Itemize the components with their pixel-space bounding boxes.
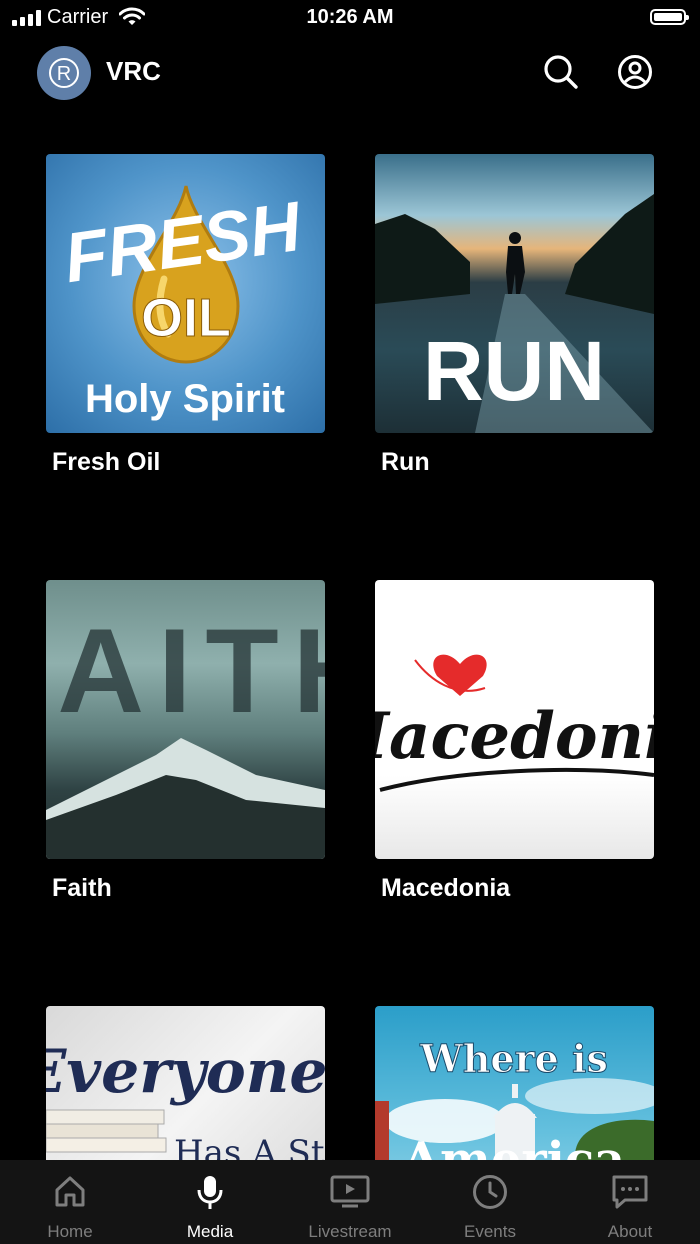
- chat-bubble-icon: [612, 1175, 648, 1209]
- faith-artwork: FAITH: [46, 580, 325, 859]
- app-logo[interactable]: R: [37, 46, 91, 100]
- tab-livestream[interactable]: Livestream: [280, 1160, 420, 1244]
- tab-label: Livestream: [308, 1222, 392, 1241]
- media-title: Faith: [52, 874, 112, 902]
- tv-play-icon: [330, 1175, 370, 1208]
- holy-spirit-art-text: Holy Spirit: [85, 377, 285, 421]
- america-art-text: America: [402, 1132, 625, 1160]
- clock-icon: [473, 1175, 507, 1209]
- brand-title: VRC: [106, 56, 161, 86]
- user-circle-icon: [618, 55, 652, 89]
- fresh-art-word: FRESH: [59, 187, 306, 297]
- tab-home[interactable]: Home: [0, 1160, 140, 1244]
- status-time: 10:26 AM: [306, 6, 394, 28]
- search-icon: [544, 55, 578, 89]
- logo-letter: R: [57, 63, 71, 85]
- fresh-oil-artwork: FRESH OIL Holy Spirit: [46, 154, 325, 433]
- where-is-america-artwork: Where is America: [375, 1006, 654, 1160]
- tab-events[interactable]: Events: [420, 1160, 560, 1244]
- everyone-art-word: Everyone: [46, 1037, 325, 1107]
- tab-media[interactable]: Media: [140, 1160, 280, 1244]
- media-title: Fresh Oil: [52, 448, 161, 476]
- where-is-art-text: Where is: [419, 1036, 608, 1081]
- microphone-icon: [197, 1176, 223, 1209]
- home-icon: [55, 1176, 85, 1207]
- media-grid: FRESH OIL Holy Spirit Fresh Oil RUN Run …: [0, 120, 700, 1160]
- run-artwork: RUN: [375, 154, 654, 433]
- search-button[interactable]: [541, 52, 581, 92]
- tab-label: Events: [464, 1222, 516, 1241]
- oil-art-word: OIL: [141, 288, 231, 348]
- profile-button[interactable]: [615, 52, 655, 92]
- faith-art-word: FAITH: [46, 604, 325, 738]
- everyone-artwork: Everyone Has A Sto: [46, 1006, 325, 1160]
- macedonia-art-word: Macedonia: [375, 699, 654, 774]
- app-header: R VRC: [0, 40, 700, 104]
- logo-mark-icon: R: [49, 58, 79, 88]
- tab-bar: Home Media Livestream Events About: [0, 1160, 700, 1244]
- tab-label: About: [607, 1222, 653, 1241]
- battery-icon: [650, 9, 689, 25]
- media-title: Run: [381, 448, 430, 476]
- status-bar: Carrier 10:26 AM: [0, 0, 700, 36]
- tab-about[interactable]: About: [560, 1160, 700, 1244]
- tab-label: Home: [47, 1222, 93, 1241]
- media-title: Macedonia: [381, 874, 511, 902]
- macedonia-artwork: Macedonia: [375, 580, 654, 859]
- run-art-word: RUN: [423, 324, 605, 418]
- has-a-story-art-text: Has A Sto: [174, 1133, 325, 1160]
- tab-label: Media: [186, 1222, 234, 1241]
